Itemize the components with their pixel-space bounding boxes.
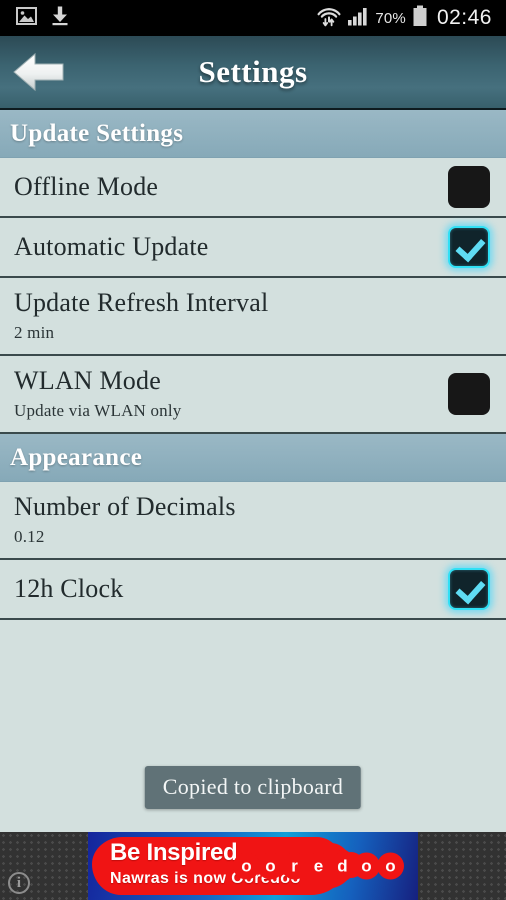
back-button[interactable] xyxy=(8,46,70,98)
logo-letter: r xyxy=(281,852,308,880)
status-bar-clock: 02:46 xyxy=(436,6,492,29)
toast-message: Copied to clipboard xyxy=(144,766,362,809)
row-title: Offline Mode xyxy=(14,172,159,202)
ooredoo-logo: o o r e d o o xyxy=(233,852,404,880)
row-title: Automatic Update xyxy=(14,232,209,262)
section-header-appearance: Appearance xyxy=(0,434,506,482)
checkbox-wlan-mode[interactable] xyxy=(448,373,490,415)
row-subtitle: 2 min xyxy=(14,322,55,342)
cellular-signal-icon xyxy=(347,6,369,31)
settings-list: Update Settings Offline Mode Automatic U… xyxy=(0,110,506,620)
ad-headline: Be Inspired xyxy=(110,839,238,866)
row-offline-mode[interactable]: Offline Mode xyxy=(0,158,506,218)
logo-letter: o xyxy=(257,852,284,880)
row-12h-clock[interactable]: 12h Clock xyxy=(0,560,506,620)
row-texts: Number of Decimals 0.12 xyxy=(14,492,490,547)
ad-texture-right xyxy=(418,832,506,900)
phone-screen: 70% 02:46 Settings Update Settings Offli… xyxy=(0,0,506,900)
section-header-update-settings: Update Settings xyxy=(0,110,506,158)
section-title: Update Settings xyxy=(10,119,184,147)
checkbox-12h-clock[interactable] xyxy=(448,568,490,610)
row-texts: Update Refresh Interval 2 min xyxy=(14,288,490,343)
row-wlan-mode[interactable]: WLAN Mode Update via WLAN only xyxy=(0,356,506,434)
battery-icon xyxy=(412,5,428,32)
section-title: Appearance xyxy=(10,443,143,471)
row-automatic-update[interactable]: Automatic Update xyxy=(0,218,506,278)
row-texts: 12h Clock xyxy=(14,574,448,603)
logo-letter: o xyxy=(377,852,404,880)
row-number-of-decimals[interactable]: Number of Decimals 0.12 xyxy=(0,482,506,560)
logo-letter: d xyxy=(329,852,356,880)
row-title: Number of Decimals xyxy=(14,492,236,522)
row-title: WLAN Mode xyxy=(14,366,161,396)
page-title: Settings xyxy=(198,54,308,89)
row-subtitle: Update via WLAN only xyxy=(14,400,182,420)
row-title: Update Refresh Interval xyxy=(14,288,269,318)
image-icon xyxy=(16,6,37,30)
row-title: 12h Clock xyxy=(14,574,124,604)
checkbox-offline-mode[interactable] xyxy=(448,166,490,208)
row-update-refresh-interval[interactable]: Update Refresh Interval 2 min xyxy=(0,278,506,356)
battery-percent-label: 70% xyxy=(375,9,406,27)
row-subtitle: 0.12 xyxy=(14,526,45,546)
row-texts: Automatic Update xyxy=(14,232,448,261)
ad-banner[interactable]: Be Inspired Nawras is now Ooredoo o o r … xyxy=(0,832,506,900)
checkbox-automatic-update[interactable] xyxy=(448,226,490,268)
logo-letter: o xyxy=(353,852,380,880)
app-title-bar: Settings xyxy=(0,36,506,110)
info-icon[interactable]: i xyxy=(8,872,30,894)
status-bar-right: 70% 02:46 xyxy=(317,5,498,32)
row-texts: Offline Mode xyxy=(14,172,448,201)
logo-letter: o xyxy=(233,852,260,880)
logo-letter: e xyxy=(305,852,332,880)
download-icon xyxy=(51,6,69,31)
status-bar-left xyxy=(8,6,69,31)
wifi-transfer-icon xyxy=(317,5,341,32)
row-texts: WLAN Mode Update via WLAN only xyxy=(14,366,448,421)
ad-content: Be Inspired Nawras is now Ooredoo o o r … xyxy=(88,832,418,900)
status-bar: 70% 02:46 xyxy=(0,0,506,36)
back-arrow-icon xyxy=(13,52,64,92)
